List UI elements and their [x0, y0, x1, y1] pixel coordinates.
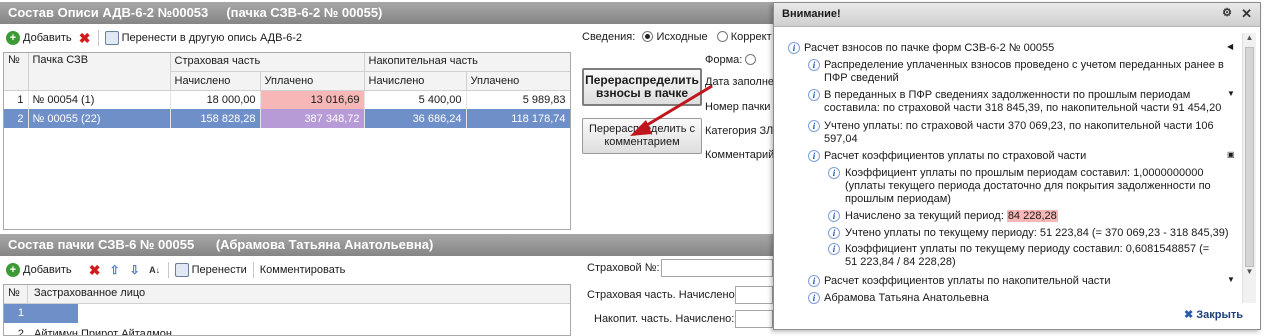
- message-m7: Начислено за текущий период: 84 228,28: [845, 210, 1225, 223]
- table-row-selected[interactable]: 1: [4, 304, 570, 323]
- notice-title: Внимание!: [782, 8, 841, 20]
- message-m2: Распределение уплаченных взносов проведе…: [824, 59, 1224, 84]
- ins-no-field[interactable]: [661, 259, 773, 277]
- bottom-window-title: Состав пачки СЗВ-6 № 00055 (Абрамова Тат…: [0, 234, 775, 256]
- top-toolbar: + Добавить ✖ Перенести в другую опись АД…: [0, 26, 302, 50]
- info-icon: i: [788, 42, 800, 54]
- delete-icon[interactable]: ✖: [78, 31, 92, 45]
- expand-icon[interactable]: ▼: [1227, 89, 1235, 98]
- collapse-icon[interactable]: ◀: [1227, 42, 1233, 51]
- move-label: Перенести в другую опись АДВ-6-2: [121, 32, 303, 44]
- move-person-label: Перенести: [191, 264, 247, 276]
- message-m7-prefix: Начислено за текущий период:: [845, 210, 1007, 222]
- info-icon: i: [808, 292, 820, 304]
- row-num: 1: [4, 304, 28, 323]
- packs-table-frame: [3, 52, 571, 230]
- info-group: Сведения: Исходные Коррект: [582, 31, 772, 43]
- side-label-comment: Комментарий: [705, 149, 775, 161]
- add-label: Добавить: [23, 32, 72, 44]
- toolbar-separator: [97, 30, 99, 46]
- message-m7-value: 84 228,28: [1006, 210, 1058, 222]
- info-icon: i: [808, 120, 820, 132]
- move-to-other-inventory-button[interactable]: Перенести в другую опись АДВ-6-2: [104, 31, 303, 45]
- toolbar-separator: [252, 262, 254, 278]
- comment-button[interactable]: Комментировать: [260, 264, 346, 276]
- message-m3: В переданных в ПФР сведениях задолженнос…: [824, 89, 1222, 114]
- scroll-thumb[interactable]: [1245, 47, 1254, 267]
- message-m8: Учтено уплаты по текущему периоду: 51 22…: [845, 227, 1229, 239]
- settings-icon[interactable]: ⚙: [1222, 6, 1232, 19]
- sort-icon[interactable]: A↓: [148, 263, 162, 277]
- radio-form[interactable]: [745, 54, 757, 65]
- message-m9: Коэффициент уплаты по текущему периоду с…: [845, 243, 1210, 268]
- move-icon: [174, 263, 189, 277]
- info-label: Сведения:: [582, 31, 636, 43]
- close-link[interactable]: ✖ Закрыть: [1184, 308, 1243, 321]
- plus-icon: +: [6, 263, 20, 277]
- col-person[interactable]: Застрахованное лицо: [28, 285, 145, 303]
- expand-icon[interactable]: ▼: [1227, 275, 1235, 284]
- add-person-button[interactable]: + Добавить: [6, 263, 72, 277]
- add-button[interactable]: + Добавить: [6, 31, 72, 45]
- move-person-button[interactable]: Перенести: [174, 263, 247, 277]
- info-icon: i: [808, 89, 820, 101]
- info-icon: i: [828, 210, 840, 222]
- info-icon: i: [808, 150, 820, 162]
- ins-accrued-field[interactable]: [735, 286, 773, 304]
- form-label-group: Форма:: [705, 54, 757, 66]
- arrow-down-icon[interactable]: ⇩: [128, 263, 142, 277]
- info-icon: i: [828, 243, 840, 255]
- radio-corrective-label: Коррект: [730, 31, 772, 43]
- acc-accrued-label: Накопит. часть. Начислено:: [594, 313, 735, 325]
- message-m5: Расчет коэффициентов уплаты по страховой…: [824, 150, 1087, 162]
- message-m1: Расчет взносов по пачке форм СЗВ-6-2 № 0…: [804, 42, 1055, 54]
- info-icon: i: [828, 227, 840, 239]
- scroll-up-icon[interactable]: ▲: [1243, 33, 1256, 47]
- notice-panel: Внимание! ⚙ ✕ i Расчет взносов по пачке …: [773, 2, 1261, 330]
- arrow-up-icon[interactable]: ⇧: [108, 263, 122, 277]
- info-icon: i: [808, 275, 820, 287]
- col-num[interactable]: №: [4, 285, 28, 303]
- plus-icon: +: [6, 31, 20, 45]
- top-window-title: Состав Описи АДВ-6-2 №00053 (пачка СЗВ-6…: [0, 2, 775, 24]
- radio-corrective[interactable]: [716, 31, 728, 42]
- row-person: Айтимун Прирот Айтадмон: [34, 328, 172, 336]
- toolbar-separator: [167, 262, 169, 278]
- ins-accrued-label: Страховая часть. Начислено:: [587, 289, 738, 301]
- move-icon: [104, 31, 119, 45]
- message-m10: Расчет коэффициентов уплаты по накопител…: [824, 275, 1111, 287]
- row-person: [28, 304, 78, 323]
- close-icon[interactable]: ✕: [1241, 6, 1252, 22]
- message-m4: Учтено уплаты: по страховой части 370 06…: [824, 120, 1214, 145]
- info-icon: i: [828, 167, 840, 179]
- add-person-label: Добавить: [23, 264, 72, 276]
- info-icon: i: [808, 59, 820, 71]
- message-m11: Абрамова Татьяна Анатольевна: [824, 292, 989, 304]
- close-x-icon: ✖: [1184, 309, 1194, 321]
- scroll-down-icon[interactable]: ▼: [1243, 267, 1256, 281]
- radio-original-label: Исходные: [656, 31, 708, 43]
- table-row[interactable]: 2 Айтимун Прирот Айтадмон: [4, 325, 570, 336]
- acc-accrued-field[interactable]: [735, 310, 773, 328]
- ins-no-label: Страховой №:: [587, 262, 660, 274]
- form-label: Форма:: [705, 54, 743, 66]
- persons-table-frame: № Застрахованное лицо 1 2 Айтимун Прирот…: [3, 284, 571, 336]
- delete-icon[interactable]: ✖: [88, 263, 102, 277]
- scrollbar[interactable]: ▲ ▼: [1242, 33, 1256, 303]
- message-m6: Коэффициент уплаты по прошлым периодам с…: [845, 167, 1211, 205]
- comment-label: Комментировать: [259, 264, 346, 276]
- close-link-label: Закрыть: [1196, 309, 1244, 321]
- notice-panel-header: Внимание! ⚙ ✕: [774, 3, 1260, 27]
- row-num: 2: [17, 328, 24, 336]
- red-arrow-annotation: [630, 84, 713, 136]
- bottom-toolbar: + Добавить ✖ ⇧ ⇩ A↓ Перенести Комментиро…: [0, 258, 345, 282]
- radio-original[interactable]: [642, 31, 654, 42]
- persons-table-header: № Застрахованное лицо: [4, 285, 570, 304]
- expand-icon[interactable]: ▣: [1227, 150, 1235, 159]
